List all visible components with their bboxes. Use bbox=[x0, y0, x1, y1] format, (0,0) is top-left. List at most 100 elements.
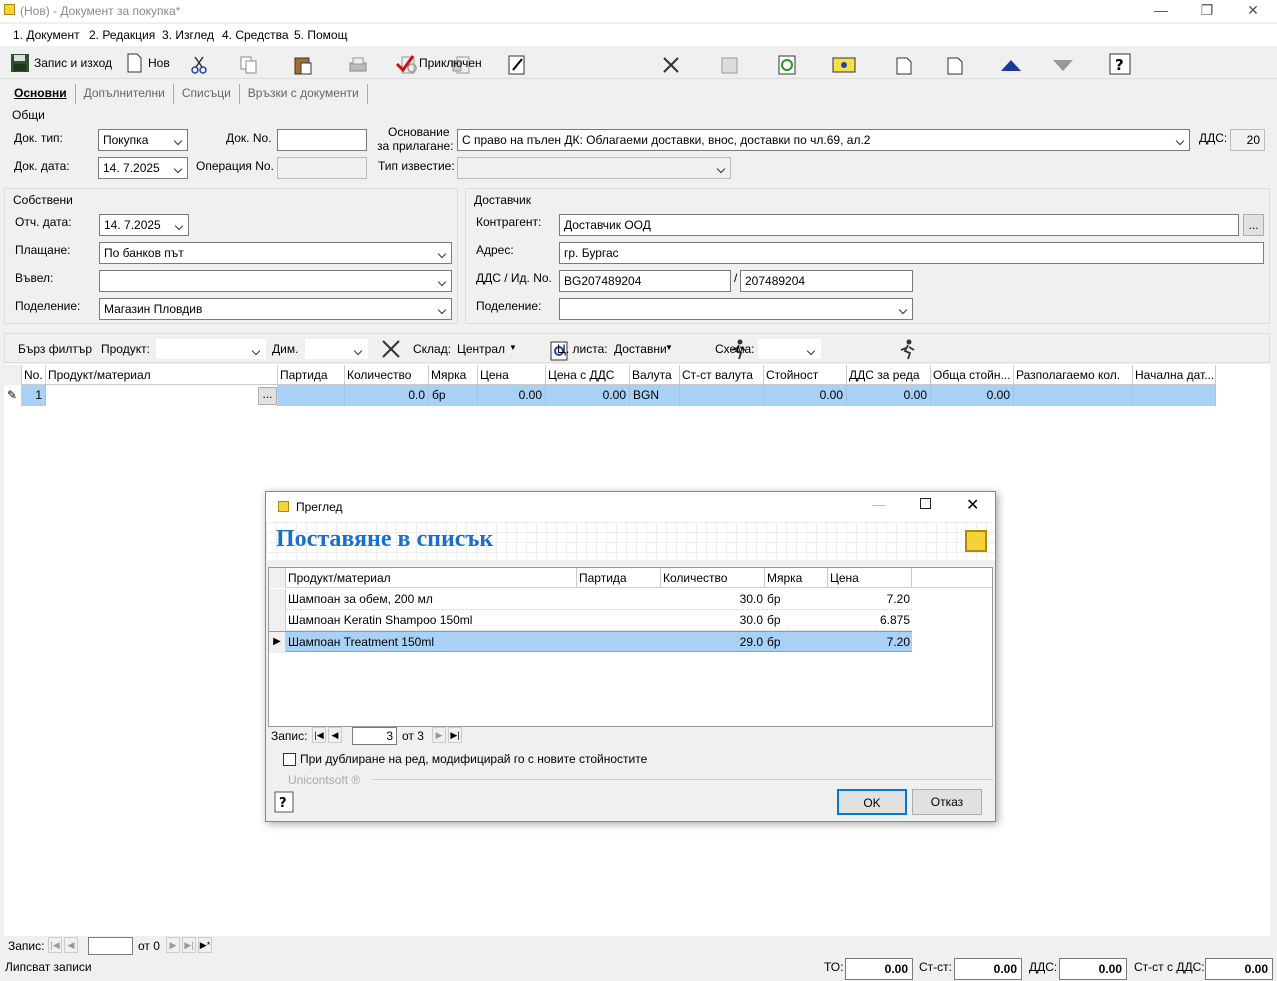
tab-lists[interactable]: Списъци bbox=[174, 84, 240, 104]
cell-currency[interactable]: BGN bbox=[630, 385, 680, 406]
dialog-list-item[interactable]: Шампоан Keratin Shampoo 150ml 30.0 бр 6.875 bbox=[269, 610, 912, 631]
col-price[interactable]: Цена bbox=[478, 365, 546, 385]
dialog-first-record-icon[interactable]: |◀ bbox=[312, 727, 326, 743]
id-no-input[interactable]: 207489204 bbox=[740, 270, 913, 292]
new-button[interactable]: Нов bbox=[124, 50, 170, 76]
dialog-cell-batch[interactable] bbox=[577, 632, 661, 653]
vat-no-input[interactable]: BG207489204 bbox=[559, 270, 731, 292]
dlg-col-price[interactable]: Цена bbox=[828, 568, 912, 588]
menu-tools[interactable]: 4. Средства bbox=[222, 28, 289, 42]
col-currency[interactable]: Валута bbox=[630, 365, 680, 385]
cell-start-date[interactable] bbox=[1133, 385, 1216, 406]
price-list-dropdown-icon[interactable]: ▼ bbox=[665, 343, 673, 352]
save-exit-button[interactable]: Запис и изход bbox=[10, 50, 112, 76]
doc-type-select[interactable]: Покупка bbox=[98, 129, 188, 151]
cell-unit[interactable]: бр bbox=[429, 385, 478, 406]
doc-no-input[interactable] bbox=[277, 129, 367, 151]
next-record-icon[interactable]: ▶ bbox=[166, 937, 180, 953]
cell-value[interactable]: 0.00 bbox=[764, 385, 847, 406]
dialog-cell-price[interactable]: 7.20 bbox=[828, 589, 912, 610]
dialog-next-record-icon[interactable]: ▶ bbox=[432, 727, 446, 743]
menu-help[interactable]: 5. Помощ bbox=[294, 28, 347, 42]
dlg-col-quantity[interactable]: Количество bbox=[661, 568, 765, 588]
menu-document[interactable]: 1. Документ bbox=[13, 28, 80, 42]
cell-product-input[interactable] bbox=[46, 385, 278, 406]
dialog-cell-product[interactable]: Шампоан за обем, 200 мл bbox=[286, 589, 577, 610]
first-record-icon[interactable]: |◀ bbox=[48, 937, 62, 953]
dialog-list-item[interactable]: ▶ Шампоан Treatment 150ml 29.0 бр 7.20 bbox=[269, 631, 912, 653]
entered-select[interactable] bbox=[99, 270, 452, 292]
dialog-help-icon[interactable]: ? bbox=[274, 791, 294, 813]
cell-vat-row[interactable]: 0.00 bbox=[847, 385, 931, 406]
menu-edit[interactable]: 2. Редакция bbox=[89, 28, 155, 42]
dialog-close-button[interactable]: ✕ bbox=[966, 495, 979, 515]
col-unit[interactable]: Мярка bbox=[429, 365, 478, 385]
price-list-select[interactable]: Доставни bbox=[614, 342, 667, 356]
cell-currency-value[interactable] bbox=[680, 385, 764, 406]
highlight-icon[interactable] bbox=[832, 55, 856, 75]
menu-view[interactable]: 3. Изглед bbox=[162, 28, 214, 42]
dlg-col-batch[interactable]: Партида bbox=[577, 568, 661, 588]
dialog-prev-record-icon[interactable]: ◀ bbox=[328, 727, 342, 743]
col-batch[interactable]: Партида bbox=[278, 365, 345, 385]
help-icon[interactable]: ? bbox=[1109, 53, 1131, 75]
store-select[interactable]: Централ bbox=[457, 342, 505, 356]
dialog-cell-qty[interactable]: 29.0 bbox=[661, 632, 765, 653]
copy-document-icon[interactable] bbox=[893, 55, 913, 75]
dialog-cell-batch[interactable] bbox=[577, 589, 661, 610]
col-start-date[interactable]: Начална дат... bbox=[1133, 365, 1216, 385]
cut-icon[interactable] bbox=[189, 55, 209, 75]
minimize-button[interactable]: — bbox=[1138, 1, 1184, 21]
paste-icon[interactable] bbox=[293, 55, 313, 75]
notice-select[interactable] bbox=[457, 157, 731, 179]
close-button[interactable]: ✕ bbox=[1230, 1, 1276, 21]
cell-product-browse-button[interactable]: ... bbox=[258, 387, 277, 405]
dialog-record-input[interactable]: 3 bbox=[352, 727, 397, 745]
paste-document-icon[interactable] bbox=[944, 55, 964, 75]
edit-document-icon[interactable] bbox=[507, 55, 527, 75]
address-input[interactable]: гр. Бургас bbox=[559, 242, 1264, 264]
record-input[interactable] bbox=[88, 937, 133, 955]
row-pointer-icon[interactable]: ▶ bbox=[269, 632, 286, 653]
dialog-cell-qty[interactable]: 30.0 bbox=[661, 610, 765, 631]
row-selector[interactable] bbox=[269, 610, 286, 631]
cancel-button[interactable]: Отказ bbox=[912, 789, 982, 815]
supplier-division-select[interactable] bbox=[559, 298, 913, 320]
payment-select[interactable]: По банков път bbox=[99, 242, 452, 264]
basis-select[interactable]: С право на пълен ДК: Облагаеми доставки,… bbox=[457, 129, 1190, 151]
dialog-cell-price[interactable]: 7.20 bbox=[828, 632, 912, 653]
store-dropdown-icon[interactable]: ▼ bbox=[509, 343, 517, 352]
col-vat-row[interactable]: ДДС за реда bbox=[847, 365, 931, 385]
col-price-vat[interactable]: Цена с ДДС bbox=[546, 365, 630, 385]
ok-button[interactable]: OK bbox=[837, 789, 907, 815]
copy-icon[interactable] bbox=[239, 55, 259, 75]
filter-product-select[interactable] bbox=[156, 339, 266, 359]
cell-batch[interactable] bbox=[278, 385, 345, 406]
arrow-down-icon[interactable] bbox=[1052, 55, 1073, 75]
tab-main[interactable]: Основни bbox=[6, 84, 76, 104]
tab-document-links[interactable]: Връзки с документи bbox=[240, 84, 368, 104]
dlg-col-unit[interactable]: Мярка bbox=[765, 568, 828, 588]
col-available[interactable]: Разполагаемо кол. bbox=[1014, 365, 1133, 385]
dialog-cell-qty[interactable]: 30.0 bbox=[661, 589, 765, 610]
scheme-select[interactable] bbox=[758, 339, 821, 359]
col-quantity[interactable]: Количество bbox=[345, 365, 429, 385]
prev-record-icon[interactable]: ◀ bbox=[64, 937, 78, 953]
refresh-icon[interactable] bbox=[777, 55, 797, 75]
restore-button[interactable]: ❐ bbox=[1184, 1, 1230, 21]
run-scheme-icon[interactable] bbox=[897, 338, 917, 360]
division-select[interactable]: Магазин Пловдив bbox=[99, 298, 452, 320]
cell-price[interactable]: 0.00 bbox=[478, 385, 546, 406]
tab-additional[interactable]: Допълнителни bbox=[76, 84, 174, 104]
finished-button[interactable]: Приключен bbox=[395, 50, 482, 76]
new-record-icon[interactable]: ▶* bbox=[198, 937, 212, 953]
dialog-cell-unit[interactable]: бр bbox=[765, 632, 828, 653]
dialog-list-item[interactable]: Шампоан за обем, 200 мл 30.0 бр 7.20 bbox=[269, 589, 912, 610]
cell-price-vat[interactable]: 0.00 bbox=[546, 385, 630, 406]
print-icon[interactable] bbox=[348, 55, 368, 75]
partner-input[interactable]: Доставчик ООД bbox=[559, 214, 1239, 236]
row-selector[interactable] bbox=[269, 589, 286, 610]
cell-total[interactable]: 0.00 bbox=[931, 385, 1014, 406]
dlg-col-product[interactable]: Продукт/материал bbox=[286, 568, 577, 588]
duplicate-modify-checkbox[interactable] bbox=[283, 753, 296, 766]
